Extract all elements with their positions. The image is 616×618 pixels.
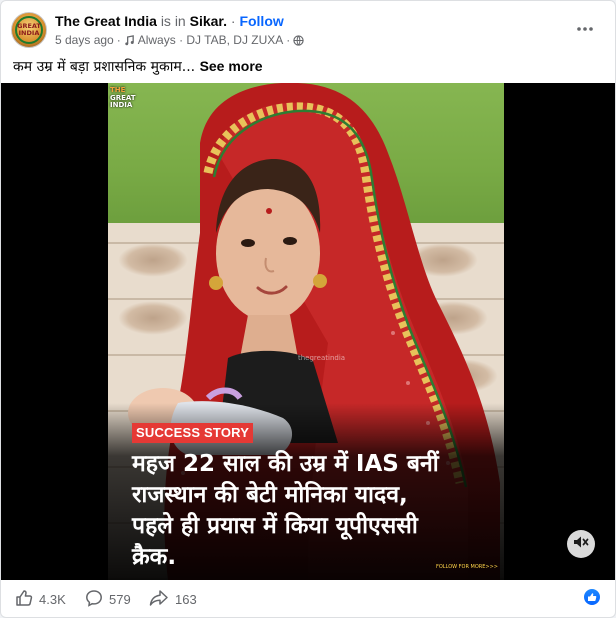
more-options-button[interactable] [573,15,597,39]
share-count: 163 [175,592,197,607]
post-timestamp[interactable]: 5 days ago [55,33,114,47]
channel-logo: THE GREAT INDIA [110,86,136,110]
comment-icon [85,589,103,610]
more-horizontal-icon [577,18,593,36]
privacy-dot: · [286,33,291,47]
meta-dot: · [116,33,121,47]
post-video[interactable]: THE GREAT INDIA thegreatindia SUCCESS ST… [1,83,615,580]
like-reaction-icon[interactable] [583,588,601,606]
logo-line-3: INDIA [110,101,133,109]
comment-count: 579 [109,592,131,607]
share-stat[interactable]: 163 [149,589,197,610]
follow-for-more-note: FOLLOW FOR MORE>>> [436,564,498,570]
headline-line-2: राजस्थान की बेटी मोनिका यादव, [132,482,408,508]
sound-muted-icon [573,535,589,554]
follow-button[interactable]: Follow [239,13,283,29]
page-avatar[interactable]: GREAT INDIA [11,12,47,48]
video-frame: THE GREAT INDIA thegreatindia SUCCESS ST… [108,83,504,580]
success-story-badge: SUCCESS STORY [132,423,254,443]
headline-line-1: महज 22 साल की उम्र में IAS बनीं [132,451,439,477]
mute-toggle-button[interactable] [567,530,595,558]
video-headline: महज 22 साल की उम्र में IAS बनीं राजस्थान… [132,449,504,573]
thumbs-up-icon [15,589,33,610]
avatar-logo-text: GREAT INDIA [17,22,41,37]
share-icon [149,589,169,610]
caption-text: कम उम्र में बड़ा प्रशासनिक मुकाम... [13,59,196,75]
post-card: GREAT INDIA The Great India is in Sikar.… [0,0,616,618]
music-note-icon [124,34,135,46]
music-track-link[interactable]: Always · DJ TAB, DJ ZUXA [138,33,284,47]
post-caption: कम उम्र में बड़ा प्रशासनिक मुकाम... See … [13,57,263,76]
watermark-text: thegreatindia [298,354,346,362]
headline-line-3: पहले ही प्रयास में किया यूपीएससी [132,513,418,539]
location-link[interactable]: Sikar. [190,13,227,29]
page-name-link[interactable]: The Great India [55,13,157,29]
separator-dot: · [230,13,236,29]
post-meta-line: 5 days ago · Always · DJ TAB, DJ ZUXA · [55,33,304,47]
like-stat[interactable]: 4.3K [15,589,66,610]
post-title-line: The Great India is in Sikar. · Follow [55,13,284,29]
see-more-link[interactable]: See more [200,58,263,74]
comment-stat[interactable]: 579 [85,589,131,610]
post-header: GREAT INDIA The Great India is in Sikar.… [1,1,615,53]
post-footer: 4.3K 579 163 [1,580,615,617]
is-in-text: is in [160,13,186,29]
like-count: 4.3K [39,592,66,607]
globe-icon[interactable] [293,34,304,46]
